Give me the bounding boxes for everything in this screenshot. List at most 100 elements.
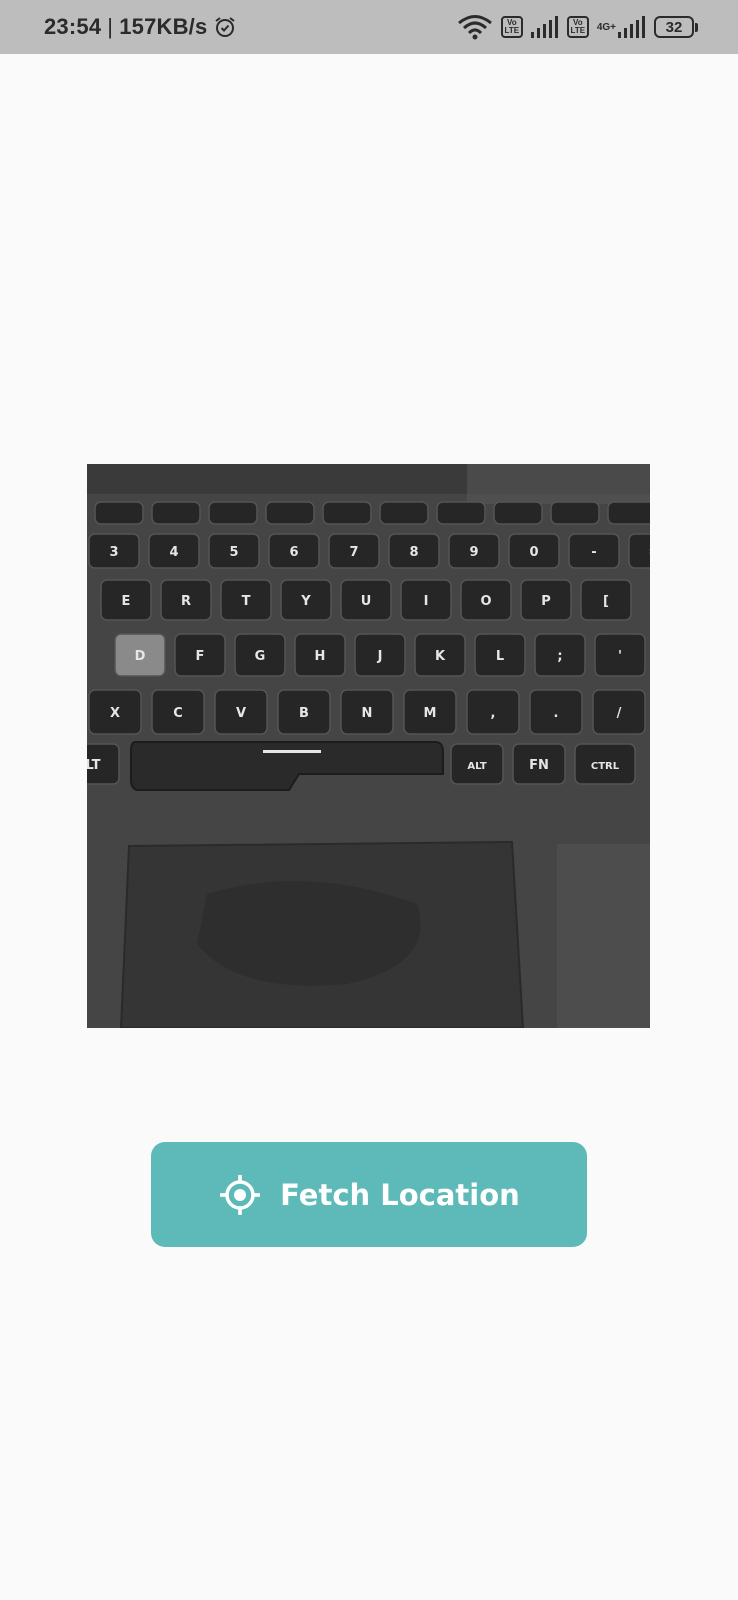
key-label: U [361,594,372,609]
key-letter: H [294,633,346,677]
key-label: 6 [289,545,298,560]
key-number: 0 [508,533,560,569]
key-label: , [491,706,496,721]
key-letter: N [340,689,394,735]
key-label: C [173,706,183,721]
battery-icon: 32 [654,16,698,38]
key-label: T [242,594,251,609]
key-label: O [480,594,491,609]
key-label: Y [300,594,311,609]
signal-sim2-icon [618,16,645,38]
key-letter: L [474,633,526,677]
key-modifier: ALT [450,743,504,785]
key-label: R [181,594,191,609]
fetch-location-button[interactable]: Fetch Location [151,1142,587,1247]
key-function [94,501,144,525]
key-letter: , [466,689,520,735]
key-function [607,501,650,525]
key-letter: M [403,689,457,735]
battery-tip [695,22,698,32]
key-label: G [255,649,266,664]
key-modifier: FN [512,743,566,785]
key-function [151,501,201,525]
network-type: 4G+ [596,21,616,33]
key-letter: K [414,633,466,677]
key-letter: R [160,579,212,621]
key-label: 4 [169,545,178,560]
key-letter: U [340,579,392,621]
battery-level: 32 [654,16,694,38]
keyboard-photo-drawing: 3 4 5 6 7 8 9 0 - = E R T Y U I O P [D F G H J K L; ' X C V B N M,. / LT A… [87,464,650,1028]
key-letter: J [354,633,406,677]
key-letter: P [520,579,572,621]
key-label: = [649,545,650,560]
key-letter: . [529,689,583,735]
key-letter: / [592,689,646,735]
key-number: 8 [388,533,440,569]
network-speed: 157KB/s [119,14,208,39]
key-label: 0 [529,545,538,560]
key-number: 6 [268,533,320,569]
key-letter: V [214,689,268,735]
status-separator: | [107,14,114,39]
key-label: L [496,649,504,664]
key-function [265,501,315,525]
key-number: - [568,533,620,569]
wifi-icon [457,15,492,40]
key-label: [ [603,594,609,609]
key-letter: B [277,689,331,735]
key-label: M [424,706,437,721]
key-letter: D [114,633,166,677]
key-number: = [628,533,650,569]
key-label: X [110,706,120,721]
key-function [436,501,486,525]
key-label: 5 [229,545,238,560]
key-label: E [122,594,131,609]
key-letter: I [400,579,452,621]
key-label: I [424,594,429,609]
key-label: LT [87,758,101,773]
signal-sim1-icon [530,16,558,38]
key-letter: G [234,633,286,677]
key-number: 7 [328,533,380,569]
key-letter: O [460,579,512,621]
key-letter: ; [534,633,586,677]
key-modifier: CTRL [574,743,636,785]
key-label: P [541,594,551,609]
sim2-volte-icon: Vo LTE [566,16,589,38]
key-function [208,501,258,525]
key-function [550,501,600,525]
key-label: ' [618,649,622,664]
key-letter: X [88,689,142,735]
status-bar: 23:54 | 157KB/s Vo LTE Vo LTE 4G+ 32 [0,0,738,54]
sim2-volte-bottom: LTE [570,26,586,35]
key-label: N [362,706,373,721]
key-label: J [377,649,383,664]
sim1-volte-bottom: LTE [504,26,520,35]
alarm-clock-icon [215,17,236,37]
key-label: D [135,649,146,664]
key-number: 3 [88,533,140,569]
key-label: ALT [467,761,486,772]
key-number: 4 [148,533,200,569]
key-label: / [617,706,622,721]
key-label: 3 [109,545,118,560]
key-letter: [ [580,579,632,621]
key-letter: E [100,579,152,621]
sim1-volte-icon: Vo LTE [500,16,523,38]
key-label: 7 [349,545,358,560]
status-time: 23:54 [44,14,102,39]
key-label: 8 [409,545,418,560]
keyboard-photo: 3 4 5 6 7 8 9 0 - = E R T Y U I O P [D F G H J K L; ' X C V B N M,. / LT A… [87,464,650,1028]
key-label: V [236,706,246,721]
fetch-location-label: Fetch Location [280,1177,520,1212]
key-letter: C [151,689,205,735]
key-label: FN [529,758,549,773]
key-label: K [435,649,446,664]
key-function [493,501,543,525]
key-letter: ' [594,633,646,677]
key-letter: F [174,633,226,677]
key-letter: T [220,579,272,621]
key-label: CTRL [591,761,620,772]
key-label: F [196,649,205,664]
